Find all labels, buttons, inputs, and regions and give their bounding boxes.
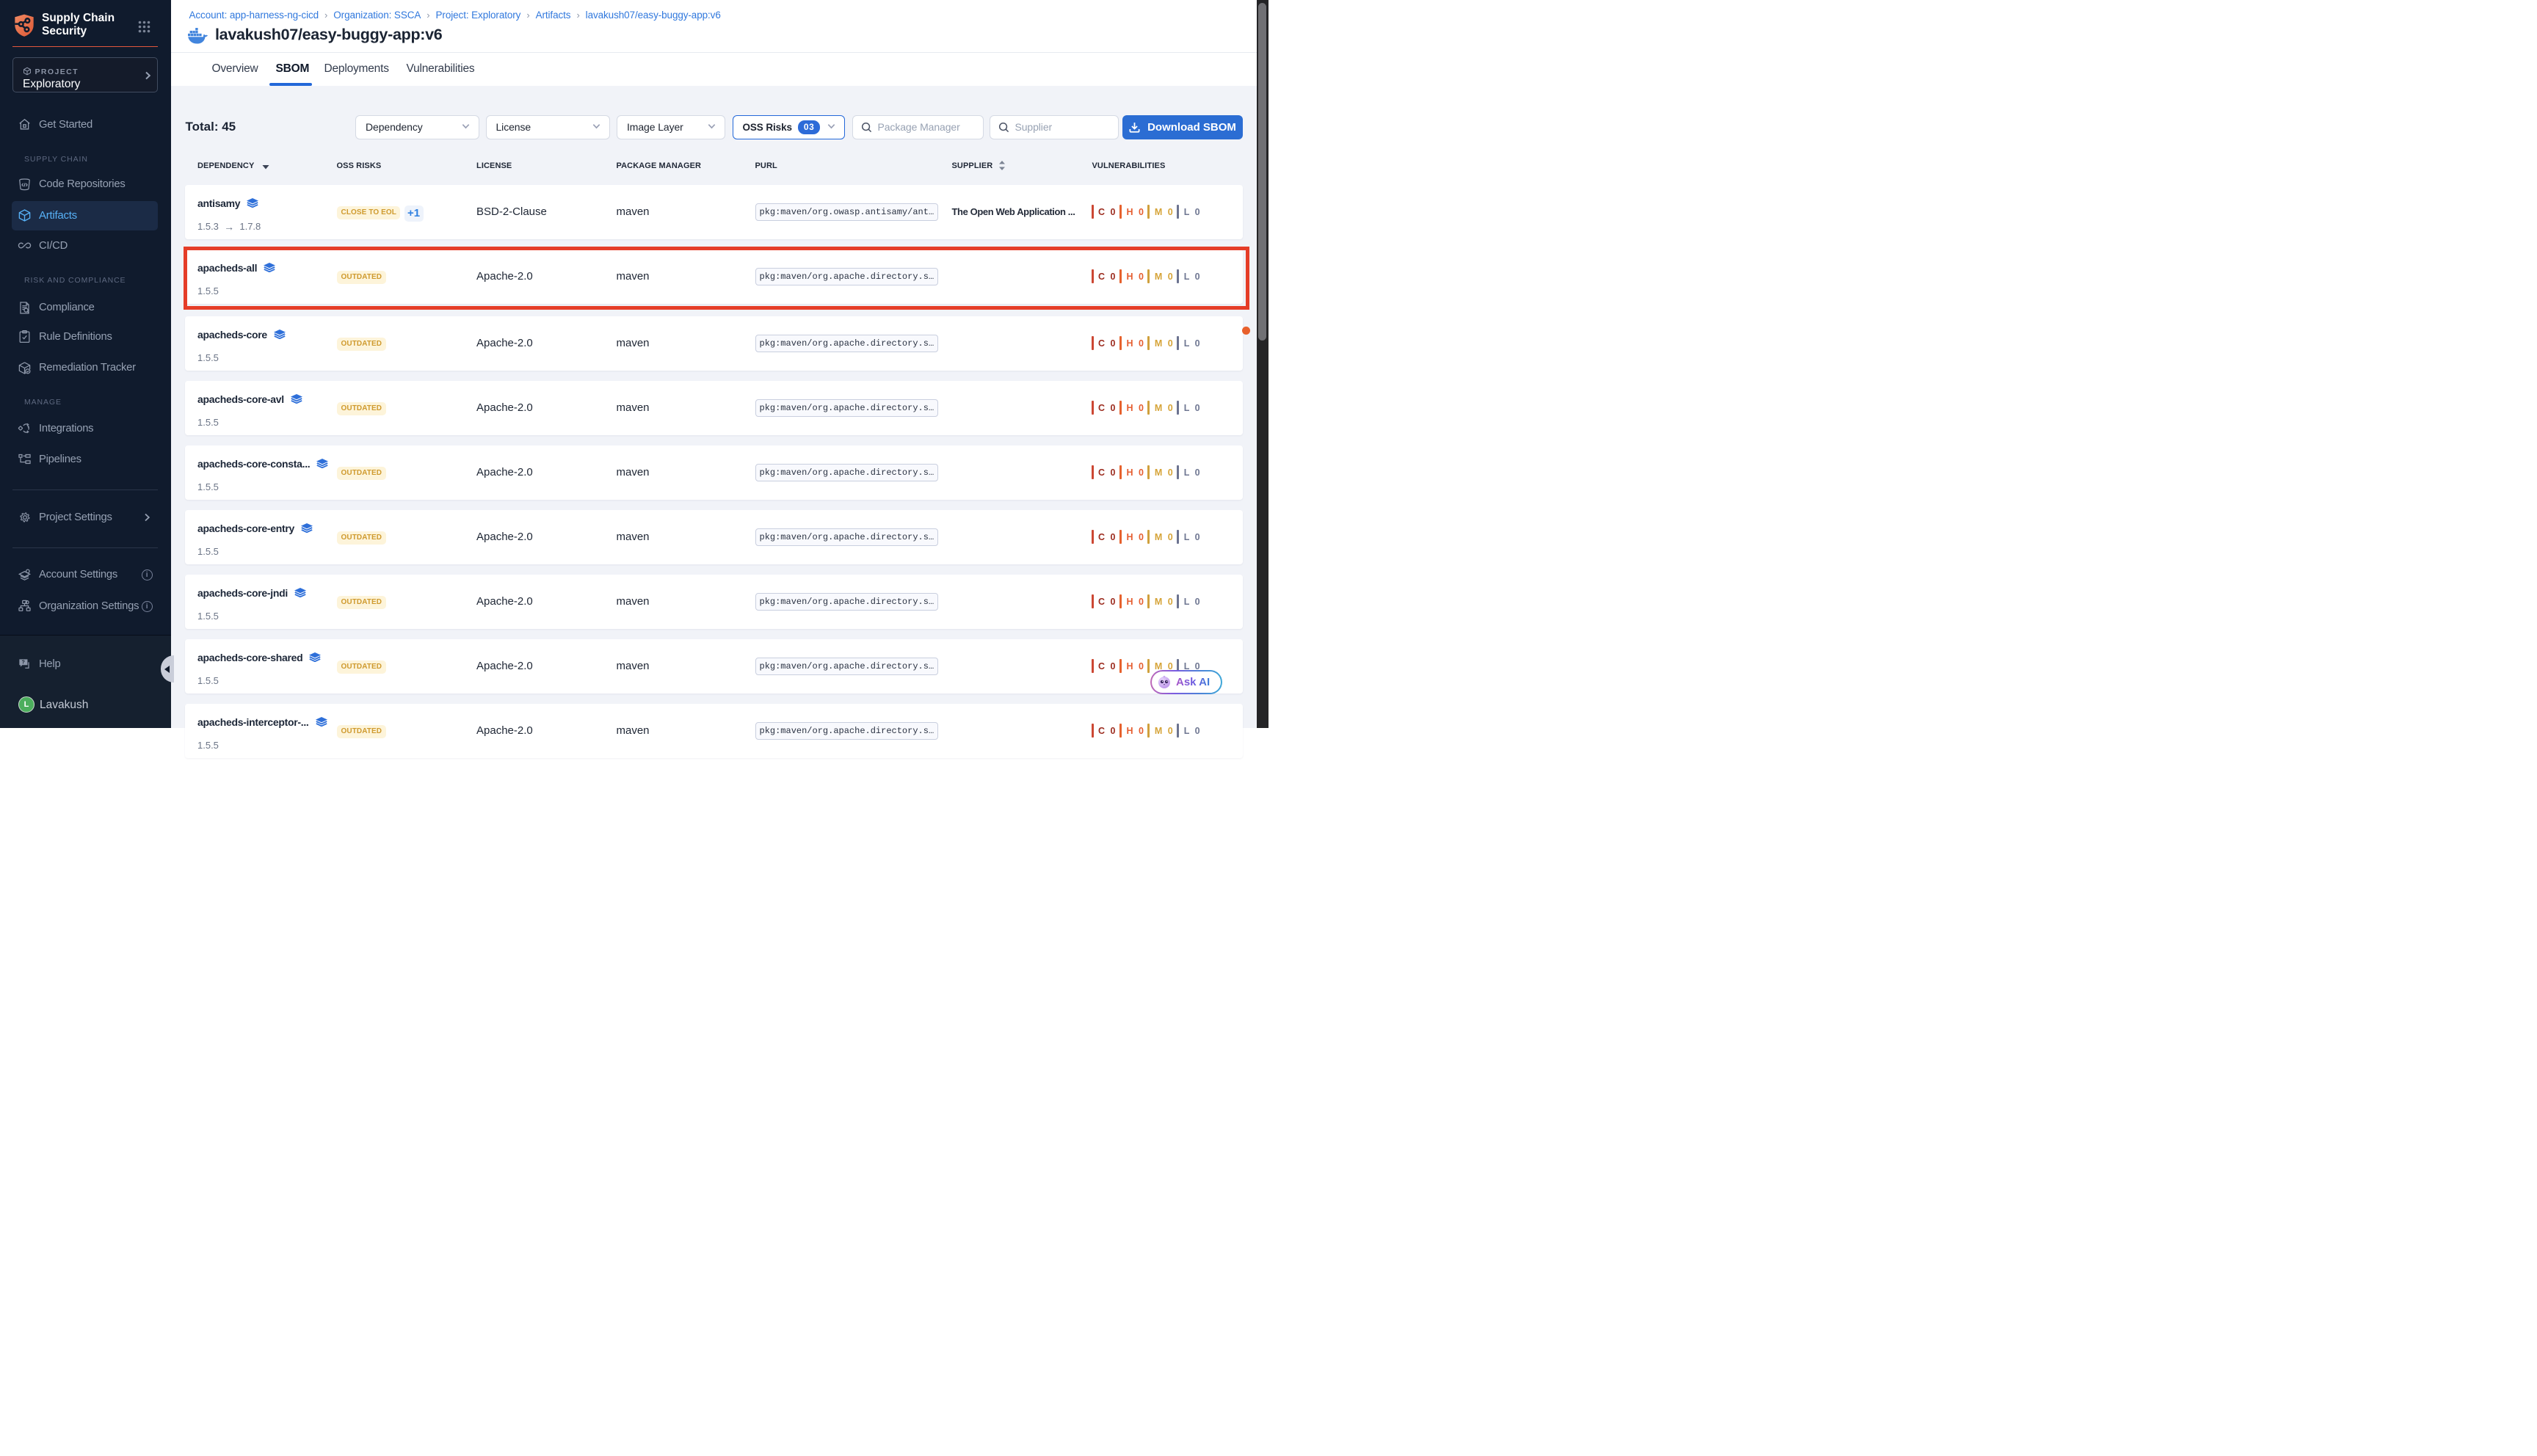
svg-text:?: ?: [22, 659, 25, 665]
